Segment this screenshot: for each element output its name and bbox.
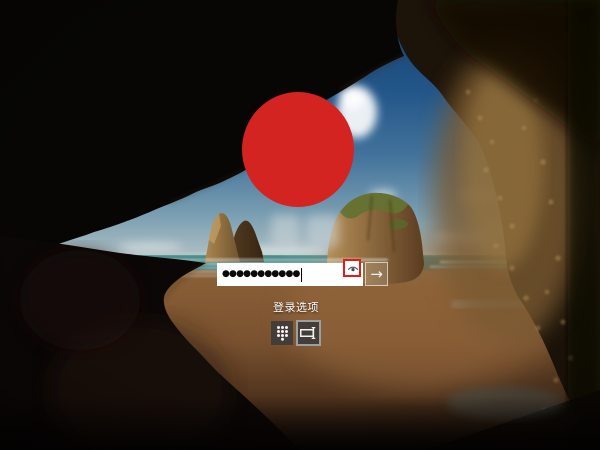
username-redaction-blur bbox=[306, 215, 339, 247]
password-input[interactable]: ●●●●●●●●●●● bbox=[217, 263, 363, 286]
pin-pad-icon bbox=[276, 325, 289, 341]
text-caret bbox=[301, 268, 303, 282]
windows-login-screen: ●●●●●●●●●●● → 登录选项 bbox=[0, 0, 600, 450]
wallpaper-background bbox=[0, 0, 600, 450]
submit-button[interactable]: → bbox=[365, 262, 388, 286]
signin-options-label[interactable]: 登录选项 bbox=[216, 299, 376, 315]
eye-icon bbox=[347, 264, 359, 273]
arrow-right-icon: → bbox=[370, 265, 383, 283]
username-redaction-blur bbox=[283, 245, 329, 254]
password-masked-value: ●●●●●●●●●●● bbox=[222, 263, 300, 286]
avatar bbox=[242, 92, 354, 207]
signin-option-password[interactable] bbox=[296, 320, 321, 346]
signin-option-pin[interactable] bbox=[271, 321, 293, 345]
reveal-password-button[interactable] bbox=[344, 260, 361, 277]
bottom-shadow bbox=[0, 0, 600, 450]
password-box-icon bbox=[300, 326, 317, 340]
username-redaction-blur bbox=[271, 215, 300, 247]
